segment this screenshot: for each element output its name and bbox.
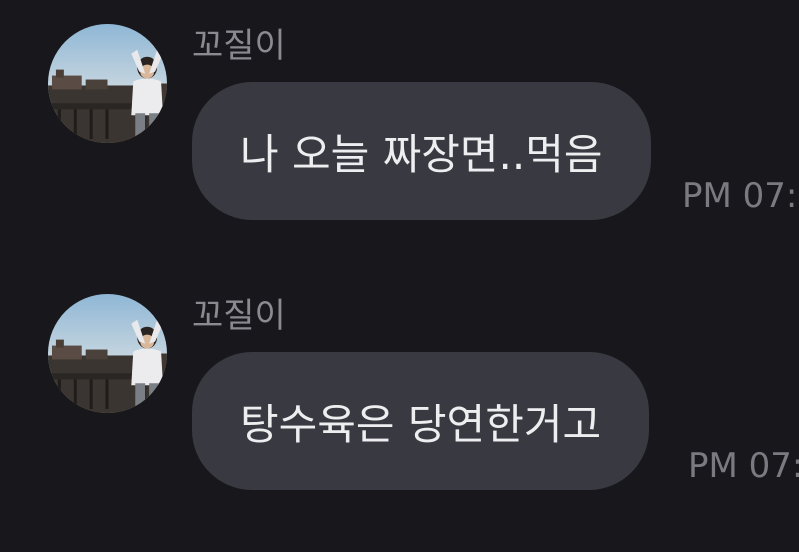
message-bubble[interactable]: 탕수육은 당연한거고 [192, 352, 650, 490]
avatar[interactable] [48, 24, 167, 143]
chat-message: 꼬질이 탕수육은 당연한거고 PM 07: [0, 294, 799, 504]
sender-name: 꼬질이 [192, 26, 286, 66]
sender-name: 꼬질이 [192, 296, 286, 336]
profile-photo-icon [48, 24, 167, 143]
avatar[interactable] [48, 294, 167, 413]
message-bubble[interactable]: 나 오늘 짜장면..먹음 [192, 82, 651, 220]
message-time: PM 07: [688, 446, 799, 486]
profile-photo-icon [48, 294, 167, 413]
chat-message: 꼬질이 나 오늘 짜장면..먹음 PM 07: [0, 24, 799, 234]
message-time: PM 07: [682, 176, 798, 216]
message-text: 탕수육은 당연한거고 [240, 399, 602, 449]
message-text: 나 오늘 짜장면..먹음 [240, 129, 603, 179]
